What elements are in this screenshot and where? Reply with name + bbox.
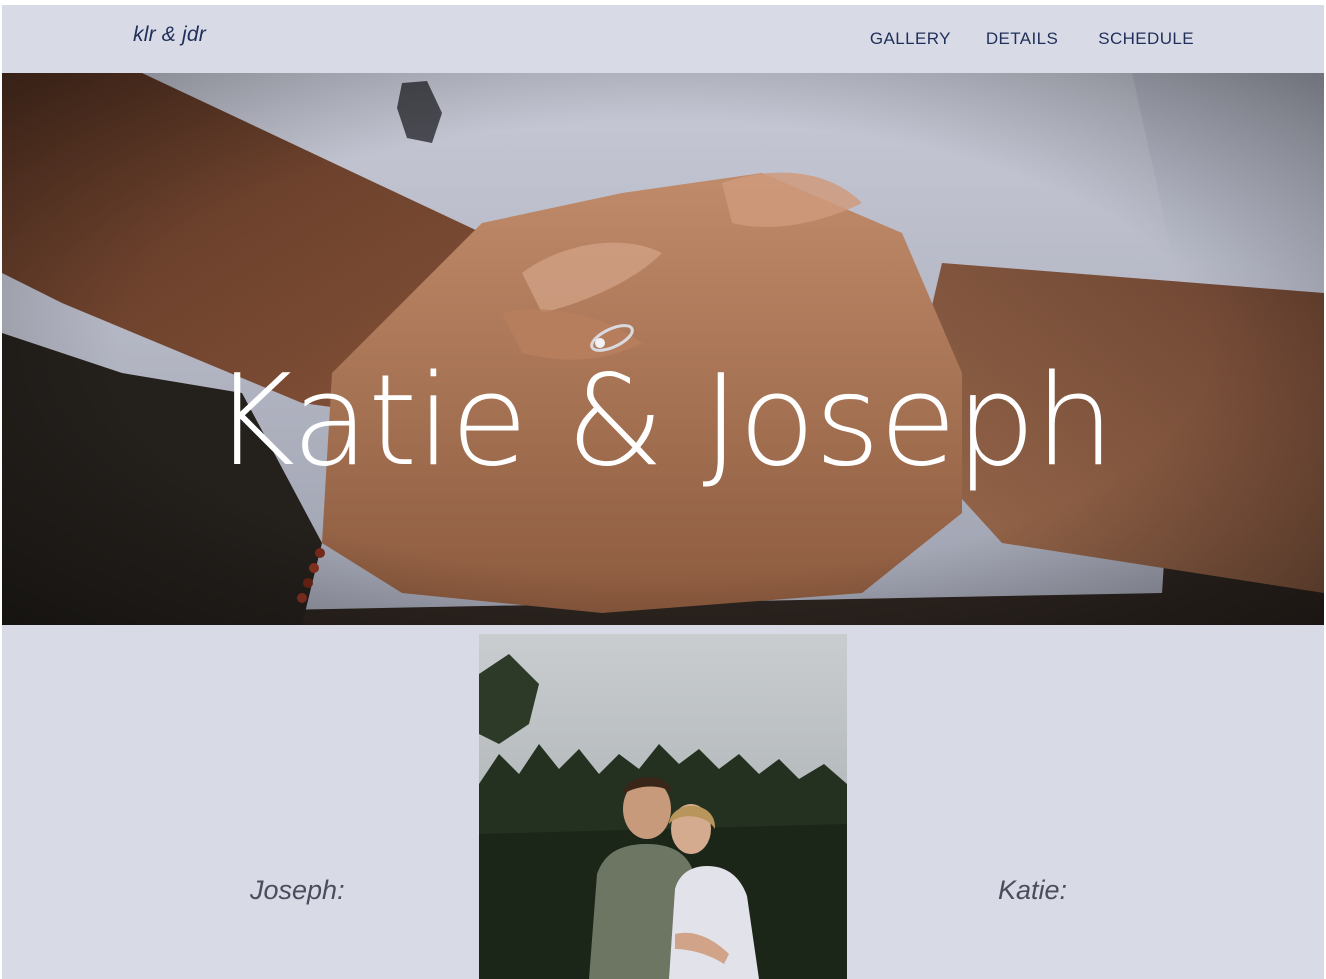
hero-banner: Katie & Joseph xyxy=(2,73,1324,625)
hero-title: Katie & Joseph xyxy=(212,347,1114,494)
couple-photo xyxy=(479,634,847,979)
main-nav: GALLERY DETAILS SCHEDULE xyxy=(870,29,1194,49)
couple-photo-image xyxy=(479,634,847,979)
site-header: klr & jdr GALLERY DETAILS SCHEDULE xyxy=(2,5,1324,73)
nav-details-link[interactable]: DETAILS xyxy=(986,29,1058,49)
joseph-label: Joseph: xyxy=(250,875,345,905)
nav-gallery-link[interactable]: GALLERY xyxy=(870,29,951,49)
couple-section: Joseph: Katie: xyxy=(2,625,1324,979)
nav-schedule-link[interactable]: SCHEDULE xyxy=(1098,29,1194,49)
katie-label: Katie: xyxy=(998,875,1068,905)
page: klr & jdr GALLERY DETAILS SCHEDULE Katie… xyxy=(2,5,1324,979)
brand-logo-link[interactable]: klr & jdr xyxy=(133,23,206,47)
